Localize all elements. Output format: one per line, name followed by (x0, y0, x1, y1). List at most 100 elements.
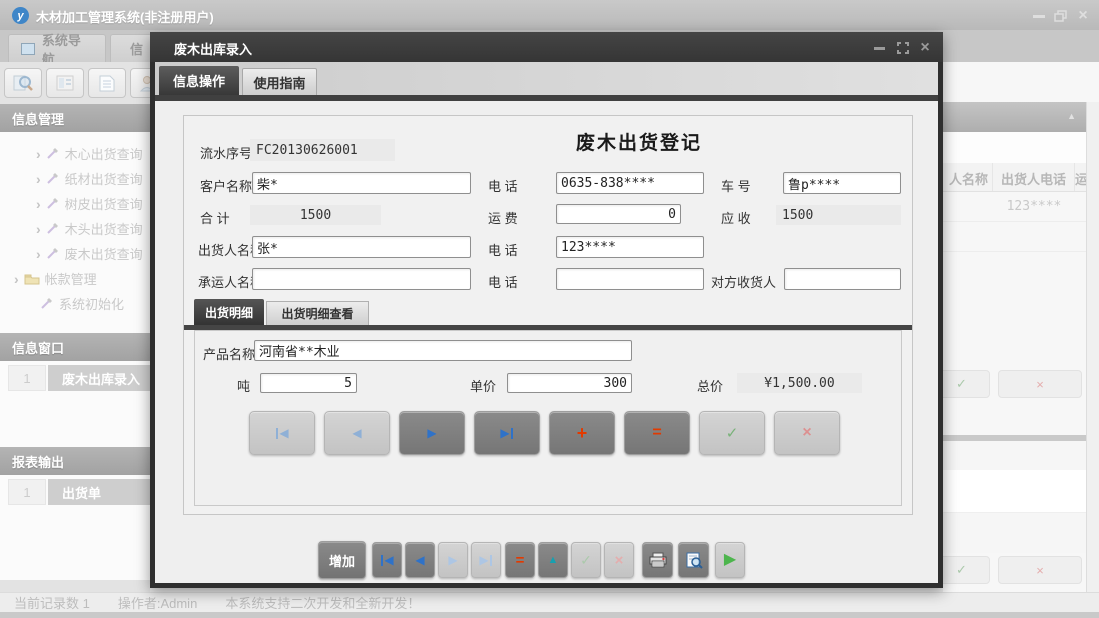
cross-icon: × (1036, 562, 1044, 578)
tab-user-guide[interactable]: 使用指南 (242, 68, 317, 95)
collapse-icon: ▲ (1067, 111, 1076, 121)
vertical-scrollbar[interactable] (1086, 102, 1099, 592)
dialog-close-button[interactable]: × (917, 40, 933, 56)
dialog-tabbar: 信息操作 使用指南 (155, 62, 938, 95)
delete-record-icon: = (652, 424, 662, 441)
grid-empty-row[interactable] (943, 222, 1086, 252)
chevron-right-icon: › (14, 270, 19, 287)
grid-collapse-bar[interactable]: ▲ (943, 102, 1086, 132)
restore-button[interactable] (1052, 8, 1070, 24)
consignee-input[interactable] (784, 268, 901, 290)
toolbar-last-button[interactable]: ▶ (471, 542, 501, 578)
post-record-icon: ✓ (725, 424, 739, 442)
detail-nav-last-button[interactable]: ▶ (474, 411, 540, 455)
detail-nav-cancel-button[interactable]: × (774, 411, 840, 455)
section-header-info-window: 信息窗口 (0, 333, 150, 361)
info-row-waste-wood-entry[interactable]: 废木出库录入 (48, 365, 150, 391)
carrier-phone-input[interactable] (556, 268, 704, 290)
sidebar-document-button[interactable] (88, 68, 126, 98)
close-icon: × (920, 39, 930, 56)
toolbar-preview-button[interactable] (678, 542, 709, 578)
toolbar-prior-button[interactable]: ◀ (405, 542, 435, 578)
toolbar-next-button[interactable]: ▶ (438, 542, 468, 578)
detail-nav-post-button[interactable]: ✓ (699, 411, 765, 455)
check-icon: ✓ (956, 376, 967, 391)
sidebar-item-accounts-mgmt[interactable]: › 帐款管理 (0, 266, 150, 291)
dialog-maximize-button[interactable] (895, 40, 911, 56)
close-icon: × (1078, 7, 1088, 24)
chevron-right-icon: › (36, 195, 41, 212)
customer-name-input[interactable] (252, 172, 471, 194)
sidebar-item-paper-query[interactable]: › 纸材出货查询 (0, 166, 150, 191)
wand-icon (46, 148, 58, 159)
check-icon: ✓ (956, 562, 967, 577)
sidebar-item-waste-wood-query[interactable]: › 废木出货查询 (0, 241, 150, 266)
section-header-info-manage: 信息管理 (0, 104, 150, 132)
status-record-count: 当前记录数 1 (14, 596, 90, 611)
toolbar-cancel-button[interactable]: × (604, 542, 634, 578)
freight-input[interactable] (556, 204, 681, 224)
last-record-icon: ▶ (500, 426, 510, 440)
detail-nav-next-button[interactable]: ▶ (399, 411, 465, 455)
tonnage-input[interactable] (260, 373, 357, 393)
detail-nav-first-button[interactable]: ◀ (249, 411, 315, 455)
toolbar-print-button[interactable] (642, 542, 673, 578)
last-record-icon: ▶ (479, 553, 489, 567)
toolbar-delete-button[interactable]: = (505, 542, 535, 578)
delete-record-icon: = (515, 551, 525, 569)
sidebar-search-button[interactable] (4, 68, 42, 98)
detail-nav-prior-button[interactable]: ◀ (324, 411, 390, 455)
tab-info-operation[interactable]: 信息操作 (159, 66, 239, 95)
grid-confirm-button-bottom[interactable]: ✓ (943, 556, 990, 584)
grid-cancel-button-top[interactable]: × (998, 370, 1082, 398)
grid-cancel-button-bottom[interactable]: × (998, 556, 1082, 584)
detail-nav-insert-button[interactable]: + (549, 411, 615, 455)
shipper-phone-input[interactable] (556, 236, 704, 258)
main-grid-panel: ▲ 人名称 出货人电话 运 123**** ✓ × ✓ × (943, 62, 1099, 592)
sidebar-item-bark-query[interactable]: › 树皮出货查询 (0, 191, 150, 216)
folder-icon (24, 274, 40, 284)
sidebar-item-wood-core-query[interactable]: › 木心出货查询 (0, 141, 150, 166)
product-name-input[interactable] (254, 340, 632, 361)
unit-price-input[interactable] (507, 373, 632, 393)
window-icon (21, 42, 35, 55)
close-button[interactable]: × (1074, 8, 1092, 24)
toolbar-edit-button[interactable]: ▲ (538, 542, 568, 578)
sidebar-item-log-query[interactable]: › 木头出货查询 (0, 216, 150, 241)
tab-system-nav[interactable]: 系统导航 (8, 33, 106, 67)
vehicle-number-input[interactable] (783, 172, 901, 194)
grid-data-row[interactable]: 123**** (943, 192, 1086, 222)
carrier-name-input[interactable] (252, 268, 471, 290)
sidebar-item-system-init[interactable]: 系统初始化 (0, 291, 150, 316)
first-record-icon: ◀ (279, 426, 289, 440)
minimize-button[interactable] (1030, 8, 1048, 24)
receivable-field: 1500 (776, 205, 901, 225)
edit-record-icon: ▲ (547, 553, 559, 566)
toolbar-first-button[interactable]: ◀ (372, 542, 402, 578)
customer-phone-input[interactable] (556, 172, 704, 194)
sidebar-list-button[interactable] (46, 68, 84, 98)
grid-confirm-button-top[interactable]: ✓ (943, 370, 990, 398)
sidebar-user-button[interactable] (130, 68, 150, 98)
dialog-minimize-button[interactable] (871, 40, 887, 56)
wand-icon (46, 173, 58, 184)
shipment-form-panel: 废木出货登记 流水序号 FC20130626001 客户名称 电 话 车 号 合… (183, 115, 913, 515)
shipper-name-input[interactable] (252, 236, 471, 258)
report-row-shipping-order[interactable]: 出货单 (48, 479, 150, 505)
main-titlebar: y 木材加工管理系统(非注册用户) × (0, 0, 1099, 30)
toolbar-add-button[interactable]: 增加 (318, 541, 366, 579)
user-icon (140, 75, 150, 91)
chevron-right-icon: › (36, 145, 41, 162)
detail-nav-delete-button[interactable]: = (624, 411, 690, 455)
tab-info[interactable]: 信 (110, 34, 152, 62)
wand-icon (41, 298, 52, 309)
tab-shipment-detail-view[interactable]: 出货明细查看 (266, 301, 369, 325)
dialog-titlebar: 废木出库录入 × (150, 32, 943, 62)
wand-icon (46, 198, 58, 209)
minimize-icon (873, 46, 885, 50)
toolbar-run-button[interactable]: ▶ (715, 542, 745, 578)
prior-record-icon: ◀ (352, 426, 362, 440)
list-icon (56, 75, 74, 91)
tab-shipment-detail[interactable]: 出货明细 (194, 299, 264, 325)
toolbar-post-button[interactable]: ✓ (571, 542, 601, 578)
